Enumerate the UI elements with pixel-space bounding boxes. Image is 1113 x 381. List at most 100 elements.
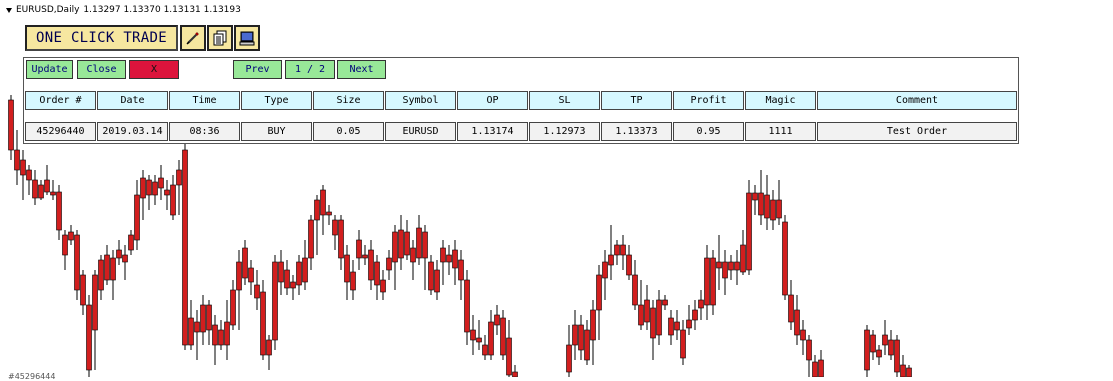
candle-body	[620, 244, 626, 256]
candle-body	[494, 314, 500, 326]
candle-body	[572, 324, 578, 346]
candle-body	[74, 234, 80, 291]
candle-body	[344, 254, 350, 283]
candle-body	[680, 329, 686, 359]
candle-body	[704, 257, 710, 306]
table-cell[interactable]: 1.13174	[457, 122, 528, 141]
candle-body	[146, 179, 152, 196]
candle-body	[596, 274, 602, 311]
document-list-icon[interactable]	[207, 25, 233, 51]
candle-body	[284, 269, 290, 289]
candle-body	[440, 247, 446, 263]
candle-body	[332, 219, 338, 236]
candle-body	[900, 364, 906, 377]
candle-body	[140, 177, 146, 199]
candle-body	[350, 271, 356, 291]
candle-body	[14, 149, 20, 171]
candle-body	[62, 234, 68, 256]
table-cell[interactable]: 45296440	[25, 122, 96, 141]
candle-body	[272, 261, 278, 341]
candle-body	[404, 231, 410, 256]
candle-body	[446, 254, 452, 263]
candle-body	[314, 199, 320, 221]
page-indicator: 1 / 2	[285, 60, 335, 79]
table-cell[interactable]: 0.95	[673, 122, 744, 141]
candle-body	[746, 192, 752, 271]
candle-body	[38, 184, 44, 199]
candle-body	[728, 261, 734, 271]
candle-body	[128, 234, 134, 251]
candle-body	[398, 229, 404, 259]
table-cell[interactable]: 0.05	[313, 122, 384, 141]
x-button[interactable]: X	[129, 60, 179, 79]
candle-body	[734, 261, 740, 271]
candle-body	[338, 219, 344, 259]
candle-body	[506, 337, 512, 376]
column-header-size: Size	[313, 91, 384, 110]
candle-body	[206, 304, 212, 331]
candle-body	[644, 299, 650, 323]
candle-body	[218, 329, 224, 346]
prev-button[interactable]: Prev	[233, 60, 282, 79]
candle-body	[308, 219, 314, 259]
table-cell[interactable]: 08:36	[169, 122, 240, 141]
candle-body	[212, 324, 218, 346]
candle-body	[380, 279, 386, 293]
column-header-time: Time	[169, 91, 240, 110]
one-click-trade-title[interactable]: ONE CLICK TRADE	[25, 25, 178, 51]
candle-body	[200, 304, 206, 333]
candle-body	[758, 192, 764, 216]
column-header-order: Order #	[25, 91, 96, 110]
candle-body	[428, 261, 434, 291]
column-header-symbol: Symbol	[385, 91, 456, 110]
candle-body	[122, 254, 128, 263]
candle-body	[86, 304, 92, 371]
table-cell[interactable]: 1111	[745, 122, 816, 141]
candle-body	[290, 281, 296, 289]
candle-body	[170, 184, 176, 216]
candle-body	[392, 231, 398, 263]
collapse-triangle-icon[interactable]	[6, 7, 12, 13]
monitor-icon[interactable]	[234, 25, 260, 51]
table-cell[interactable]: EURUSD	[385, 122, 456, 141]
table-cell[interactable]: BUY	[241, 122, 312, 141]
candle-body	[894, 339, 900, 373]
candle-body	[578, 324, 584, 351]
candle-body	[386, 257, 392, 271]
candle-body	[98, 259, 104, 291]
candle-body	[362, 254, 368, 259]
candle-body	[764, 194, 770, 219]
candle-body	[230, 289, 236, 326]
candle-body	[56, 191, 62, 231]
candle-body	[662, 299, 668, 306]
close-button[interactable]: Close	[77, 60, 126, 79]
next-button[interactable]: Next	[337, 60, 386, 79]
candle-body	[188, 317, 194, 346]
candle-body	[782, 221, 788, 296]
column-header-op: OP	[457, 91, 528, 110]
ohlc-values: 1.13297 1.13370 1.13131 1.13193	[83, 5, 241, 15]
candle-body	[182, 149, 188, 346]
candle-body	[260, 291, 266, 356]
candle-body	[476, 337, 482, 343]
pencil-icon[interactable]	[180, 25, 206, 51]
table-cell[interactable]: 1.12973	[529, 122, 600, 141]
candle-body	[566, 344, 572, 373]
candle-body	[698, 299, 704, 309]
candle-body	[512, 371, 518, 377]
candle-body	[278, 261, 284, 283]
table-cell[interactable]: Test Order	[817, 122, 1017, 141]
candle-body	[104, 254, 110, 281]
candle-body	[164, 189, 170, 196]
candle-body	[410, 247, 416, 263]
candle-body	[656, 299, 662, 336]
candle-body	[876, 349, 882, 358]
table-cell[interactable]: 1.13373	[601, 122, 672, 141]
table-cell[interactable]: 2019.03.14	[97, 122, 168, 141]
column-header-magic: Magic	[745, 91, 816, 110]
candle-body	[248, 267, 254, 283]
update-button[interactable]: Update	[26, 60, 73, 79]
candle-body	[470, 329, 476, 341]
symbol-header: EURUSD,Daily 1.13297 1.13370 1.13131 1.1…	[6, 4, 241, 16]
candle-body	[422, 231, 428, 259]
